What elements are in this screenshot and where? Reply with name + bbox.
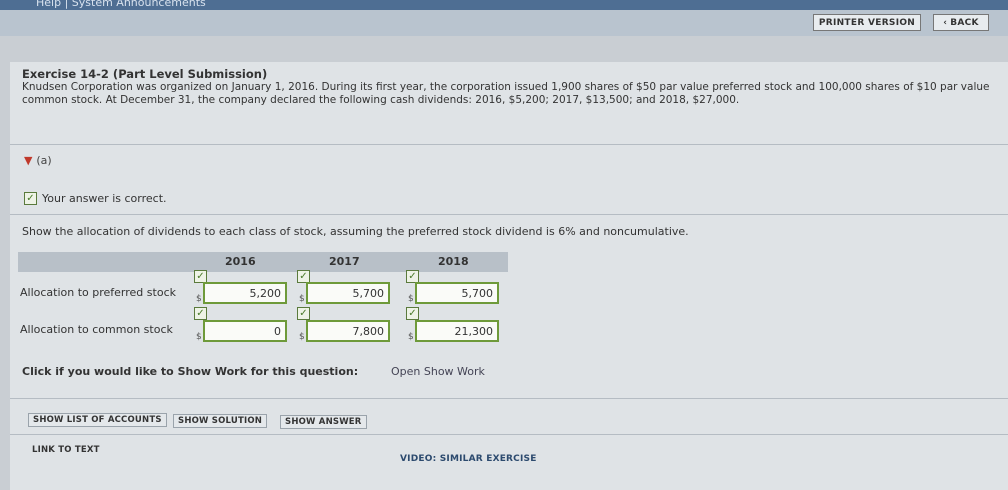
divider [10, 214, 1008, 215]
preferred-2016-input[interactable]: 5,200 [203, 282, 287, 304]
help-links[interactable]: Help | System Announcements [36, 0, 206, 9]
video-similar-exercise-link[interactable]: VIDEO: SIMILAR EXERCISE [400, 454, 537, 464]
column-header-2016: 2016 [225, 255, 256, 268]
column-header-2018: 2018 [438, 255, 469, 268]
divider [10, 144, 1008, 145]
table-header: 2016 2017 2018 [18, 252, 508, 272]
link-to-text-button[interactable]: LINK TO TEXT [28, 443, 104, 457]
answer-status: ✓ Your answer is correct. [24, 192, 167, 205]
show-answer-button[interactable]: SHOW ANSWER [280, 415, 367, 429]
answer-status-text: Your answer is correct. [42, 192, 167, 205]
top-nav-bar: Help | System Announcements [0, 0, 1008, 10]
chevron-left-icon: ‹ [943, 17, 948, 28]
currency-symbol: $ [196, 294, 202, 304]
currency-symbol: $ [408, 294, 414, 304]
back-label: BACK [950, 17, 979, 28]
common-2017-input[interactable]: 7,800 [306, 320, 390, 342]
row-label-common: Allocation to common stock [20, 323, 173, 336]
open-show-work-link[interactable]: Open Show Work [391, 365, 485, 378]
currency-symbol: $ [408, 332, 414, 342]
back-button[interactable]: ‹ BACK [933, 14, 989, 31]
common-2018-input[interactable]: 21,300 [415, 320, 499, 342]
preferred-2018-input[interactable]: 5,700 [415, 282, 499, 304]
show-work-prompt: Click if you would like to Show Work for… [22, 365, 359, 378]
check-icon: ✓ [406, 307, 419, 320]
currency-symbol: $ [196, 332, 202, 342]
triangle-down-icon: ▼ [24, 154, 33, 167]
exercise-panel: Exercise 14-2 (Part Level Submission) Kn… [10, 62, 1008, 490]
show-list-of-accounts-button[interactable]: SHOW LIST OF ACCOUNTS [28, 413, 167, 427]
divider [10, 398, 1008, 399]
printer-version-button[interactable]: PRINTER VERSION [813, 14, 921, 31]
check-icon: ✓ [194, 307, 207, 320]
show-solution-button[interactable]: SHOW SOLUTION [173, 414, 268, 428]
column-header-2017: 2017 [329, 255, 360, 268]
exercise-description: Knudsen Corporation was organized on Jan… [22, 81, 990, 106]
part-label: (a) [36, 154, 52, 167]
preferred-2017-input[interactable]: 5,700 [306, 282, 390, 304]
exercise-title: Exercise 14-2 (Part Level Submission) [22, 67, 268, 81]
divider [10, 434, 1008, 435]
check-icon: ✓ [297, 307, 310, 320]
question-text: Show the allocation of dividends to each… [22, 225, 689, 238]
part-toggle[interactable]: ▼ (a) [24, 154, 52, 167]
row-label-preferred: Allocation to preferred stock [20, 286, 176, 299]
common-2016-input[interactable]: 0 [203, 320, 287, 342]
currency-symbol: $ [299, 332, 305, 342]
check-icon: ✓ [24, 192, 37, 205]
currency-symbol: $ [299, 294, 305, 304]
